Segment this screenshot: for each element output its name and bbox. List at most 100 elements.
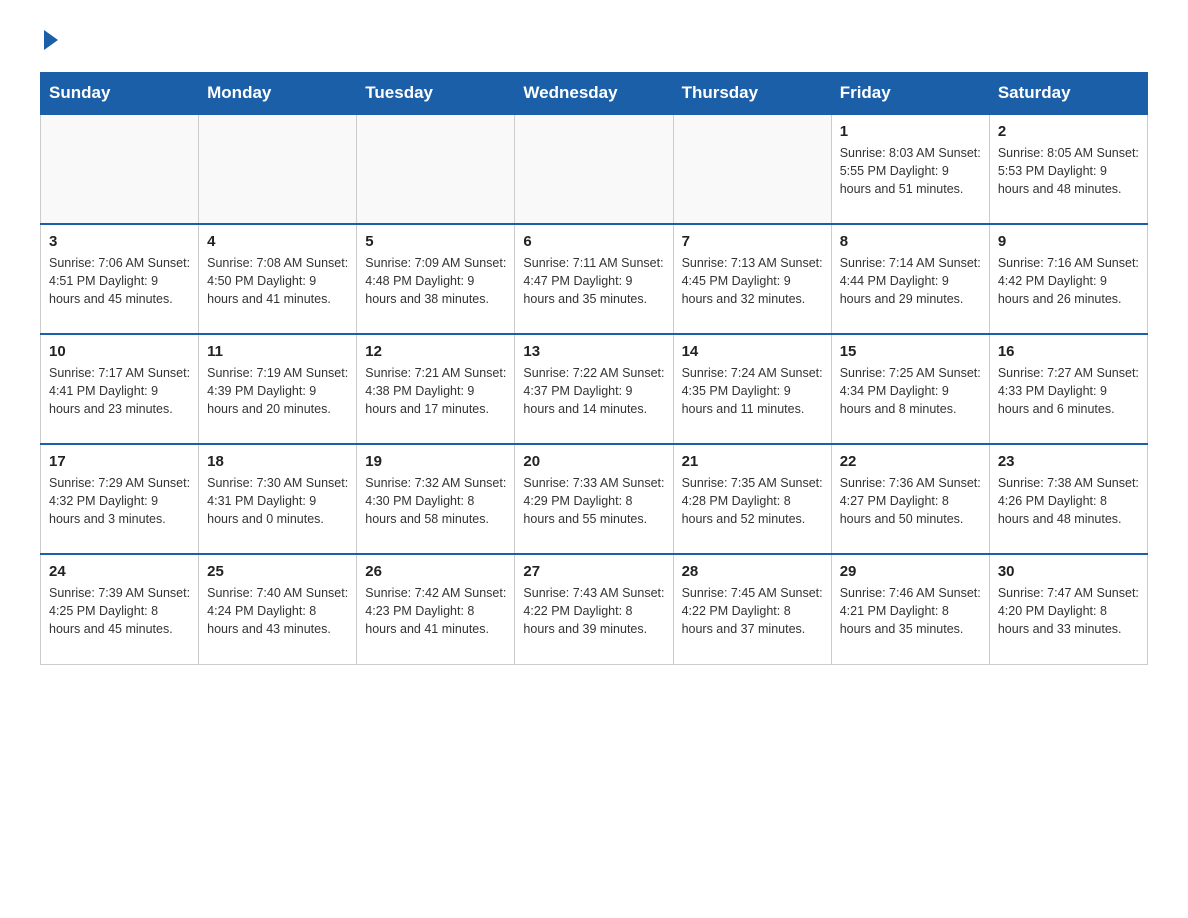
- page-header: [40, 30, 1148, 52]
- day-info: Sunrise: 7:39 AM Sunset: 4:25 PM Dayligh…: [49, 584, 190, 638]
- days-of-week-row: SundayMondayTuesdayWednesdayThursdayFrid…: [41, 73, 1148, 115]
- day-info: Sunrise: 7:42 AM Sunset: 4:23 PM Dayligh…: [365, 584, 506, 638]
- day-info: Sunrise: 7:47 AM Sunset: 4:20 PM Dayligh…: [998, 584, 1139, 638]
- day-of-week-monday: Monday: [199, 73, 357, 115]
- calendar-cell: [515, 114, 673, 224]
- day-of-week-friday: Friday: [831, 73, 989, 115]
- logo: [40, 30, 58, 52]
- day-number: 24: [49, 563, 190, 580]
- day-info: Sunrise: 7:38 AM Sunset: 4:26 PM Dayligh…: [998, 474, 1139, 528]
- day-of-week-sunday: Sunday: [41, 73, 199, 115]
- day-number: 26: [365, 563, 506, 580]
- day-number: 23: [998, 453, 1139, 470]
- calendar-cell: 10 Sunrise: 7:17 AM Sunset: 4:41 PM Dayli…: [41, 334, 199, 444]
- calendar-cell: 30 Sunrise: 7:47 AM Sunset: 4:20 PM Dayli…: [989, 554, 1147, 664]
- calendar-cell: 26 Sunrise: 7:42 AM Sunset: 4:23 PM Dayli…: [357, 554, 515, 664]
- day-number: 20: [523, 453, 664, 470]
- calendar-cell: 17 Sunrise: 7:29 AM Sunset: 4:32 PM Dayli…: [41, 444, 199, 554]
- calendar-cell: 5 Sunrise: 7:09 AM Sunset: 4:48 PM Daylig…: [357, 224, 515, 334]
- day-number: 4: [207, 233, 348, 250]
- day-info: Sunrise: 7:27 AM Sunset: 4:33 PM Dayligh…: [998, 364, 1139, 418]
- calendar-cell: [673, 114, 831, 224]
- day-info: Sunrise: 7:13 AM Sunset: 4:45 PM Dayligh…: [682, 254, 823, 308]
- calendar-cell: [199, 114, 357, 224]
- calendar-table: SundayMondayTuesdayWednesdayThursdayFrid…: [40, 72, 1148, 665]
- day-info: Sunrise: 7:33 AM Sunset: 4:29 PM Dayligh…: [523, 474, 664, 528]
- day-number: 11: [207, 343, 348, 360]
- day-of-week-thursday: Thursday: [673, 73, 831, 115]
- calendar-cell: 1 Sunrise: 8:03 AM Sunset: 5:55 PM Daylig…: [831, 114, 989, 224]
- day-of-week-tuesday: Tuesday: [357, 73, 515, 115]
- day-number: 1: [840, 123, 981, 140]
- day-number: 15: [840, 343, 981, 360]
- calendar-week-1: 1 Sunrise: 8:03 AM Sunset: 5:55 PM Daylig…: [41, 114, 1148, 224]
- calendar-cell: 16 Sunrise: 7:27 AM Sunset: 4:33 PM Dayli…: [989, 334, 1147, 444]
- calendar-cell: 13 Sunrise: 7:22 AM Sunset: 4:37 PM Dayli…: [515, 334, 673, 444]
- day-number: 7: [682, 233, 823, 250]
- day-info: Sunrise: 7:21 AM Sunset: 4:38 PM Dayligh…: [365, 364, 506, 418]
- calendar-cell: 24 Sunrise: 7:39 AM Sunset: 4:25 PM Dayli…: [41, 554, 199, 664]
- calendar-cell: 19 Sunrise: 7:32 AM Sunset: 4:30 PM Dayli…: [357, 444, 515, 554]
- day-number: 19: [365, 453, 506, 470]
- day-info: Sunrise: 7:09 AM Sunset: 4:48 PM Dayligh…: [365, 254, 506, 308]
- calendar-header: SundayMondayTuesdayWednesdayThursdayFrid…: [41, 73, 1148, 115]
- day-info: Sunrise: 7:30 AM Sunset: 4:31 PM Dayligh…: [207, 474, 348, 528]
- calendar-cell: 3 Sunrise: 7:06 AM Sunset: 4:51 PM Daylig…: [41, 224, 199, 334]
- day-info: Sunrise: 7:08 AM Sunset: 4:50 PM Dayligh…: [207, 254, 348, 308]
- day-info: Sunrise: 7:06 AM Sunset: 4:51 PM Dayligh…: [49, 254, 190, 308]
- calendar-cell: 4 Sunrise: 7:08 AM Sunset: 4:50 PM Daylig…: [199, 224, 357, 334]
- day-info: Sunrise: 7:16 AM Sunset: 4:42 PM Dayligh…: [998, 254, 1139, 308]
- day-number: 16: [998, 343, 1139, 360]
- day-number: 25: [207, 563, 348, 580]
- day-info: Sunrise: 7:22 AM Sunset: 4:37 PM Dayligh…: [523, 364, 664, 418]
- logo-blue-row: [40, 30, 58, 52]
- day-number: 17: [49, 453, 190, 470]
- day-info: Sunrise: 7:11 AM Sunset: 4:47 PM Dayligh…: [523, 254, 664, 308]
- day-info: Sunrise: 8:05 AM Sunset: 5:53 PM Dayligh…: [998, 144, 1139, 198]
- calendar-cell: [41, 114, 199, 224]
- day-of-week-wednesday: Wednesday: [515, 73, 673, 115]
- calendar-cell: [357, 114, 515, 224]
- day-number: 5: [365, 233, 506, 250]
- day-number: 9: [998, 233, 1139, 250]
- day-number: 3: [49, 233, 190, 250]
- day-number: 22: [840, 453, 981, 470]
- calendar-cell: 9 Sunrise: 7:16 AM Sunset: 4:42 PM Daylig…: [989, 224, 1147, 334]
- calendar-cell: 23 Sunrise: 7:38 AM Sunset: 4:26 PM Dayli…: [989, 444, 1147, 554]
- calendar-cell: 28Sunrise: 7:45 AM Sunset: 4:22 PM Dayli…: [673, 554, 831, 664]
- day-of-week-saturday: Saturday: [989, 73, 1147, 115]
- calendar-cell: 25 Sunrise: 7:40 AM Sunset: 4:24 PM Dayli…: [199, 554, 357, 664]
- day-info: Sunrise: 7:19 AM Sunset: 4:39 PM Dayligh…: [207, 364, 348, 418]
- day-number: 8: [840, 233, 981, 250]
- day-info: Sunrise: 7:25 AM Sunset: 4:34 PM Dayligh…: [840, 364, 981, 418]
- calendar-cell: 14Sunrise: 7:24 AM Sunset: 4:35 PM Dayli…: [673, 334, 831, 444]
- day-info: Sunrise: 7:35 AM Sunset: 4:28 PM Dayligh…: [682, 474, 823, 528]
- calendar-cell: 29Sunrise: 7:46 AM Sunset: 4:21 PM Dayli…: [831, 554, 989, 664]
- day-info: Sunrise: 7:32 AM Sunset: 4:30 PM Dayligh…: [365, 474, 506, 528]
- day-info: Sunrise: 7:43 AM Sunset: 4:22 PM Dayligh…: [523, 584, 664, 638]
- calendar-week-3: 10 Sunrise: 7:17 AM Sunset: 4:41 PM Dayli…: [41, 334, 1148, 444]
- day-number: 18: [207, 453, 348, 470]
- day-number: 28: [682, 563, 823, 580]
- day-info: Sunrise: 7:17 AM Sunset: 4:41 PM Dayligh…: [49, 364, 190, 418]
- calendar-cell: 20 Sunrise: 7:33 AM Sunset: 4:29 PM Dayli…: [515, 444, 673, 554]
- calendar-cell: 18 Sunrise: 7:30 AM Sunset: 4:31 PM Dayli…: [199, 444, 357, 554]
- calendar-body: 1 Sunrise: 8:03 AM Sunset: 5:55 PM Daylig…: [41, 114, 1148, 664]
- day-number: 27: [523, 563, 664, 580]
- day-number: 30: [998, 563, 1139, 580]
- calendar-cell: 6Sunrise: 7:11 AM Sunset: 4:47 PM Daylig…: [515, 224, 673, 334]
- day-number: 21: [682, 453, 823, 470]
- calendar-cell: 22Sunrise: 7:36 AM Sunset: 4:27 PM Dayli…: [831, 444, 989, 554]
- day-number: 14: [682, 343, 823, 360]
- day-info: Sunrise: 7:29 AM Sunset: 4:32 PM Dayligh…: [49, 474, 190, 528]
- calendar-cell: 8Sunrise: 7:14 AM Sunset: 4:44 PM Daylig…: [831, 224, 989, 334]
- day-number: 10: [49, 343, 190, 360]
- day-number: 13: [523, 343, 664, 360]
- calendar-cell: 2Sunrise: 8:05 AM Sunset: 5:53 PM Daylig…: [989, 114, 1147, 224]
- day-number: 29: [840, 563, 981, 580]
- day-info: Sunrise: 8:03 AM Sunset: 5:55 PM Dayligh…: [840, 144, 981, 198]
- calendar-cell: 21 Sunrise: 7:35 AM Sunset: 4:28 PM Dayli…: [673, 444, 831, 554]
- calendar-week-2: 3 Sunrise: 7:06 AM Sunset: 4:51 PM Daylig…: [41, 224, 1148, 334]
- day-info: Sunrise: 7:40 AM Sunset: 4:24 PM Dayligh…: [207, 584, 348, 638]
- calendar-cell: 27 Sunrise: 7:43 AM Sunset: 4:22 PM Dayli…: [515, 554, 673, 664]
